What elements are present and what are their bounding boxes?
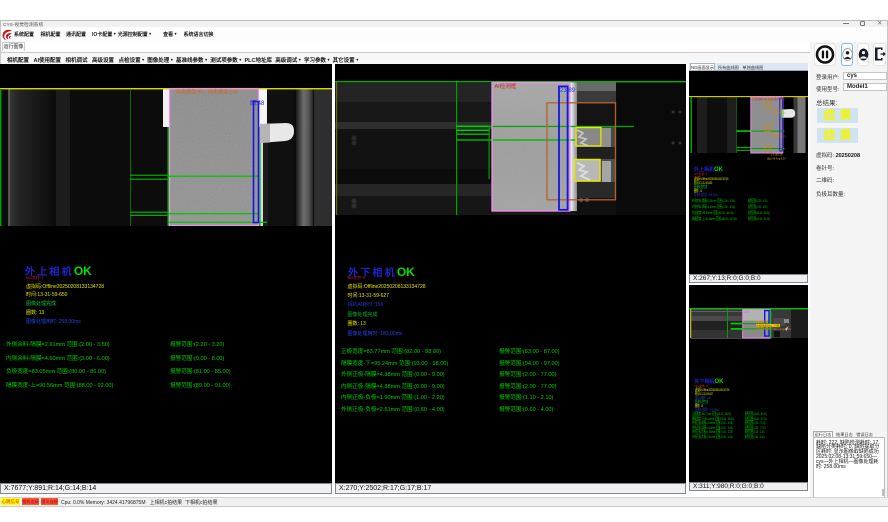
svg-text:图.48: 图.48	[250, 100, 265, 107]
svg-text:C2.0-97.5+2.1: C2.0-97.5+2.1	[771, 136, 787, 139]
svg-text:C2.0-97.5+2.1: C2.0-97.5+2.1	[771, 112, 787, 115]
svg-text:AI检测框: AI检测框	[495, 82, 517, 90]
svg-text:灰度阈值:93 动态阈值:100: 灰度阈值:93 动态阈值:100	[752, 97, 785, 101]
svg-text:灰度阈值:93，动态阈值:100: 灰度阈值:93，动态阈值:100	[176, 89, 238, 96]
svg-text:上A 环E.28: 上A 环E.28	[771, 153, 783, 157]
svg-text:2.06: 2.06	[744, 310, 750, 314]
svg-text:坐标-69 Ang:0.00: 坐标-69 Ang:0.00	[767, 157, 786, 161]
svg-text:23.89: 23.89	[560, 88, 576, 94]
